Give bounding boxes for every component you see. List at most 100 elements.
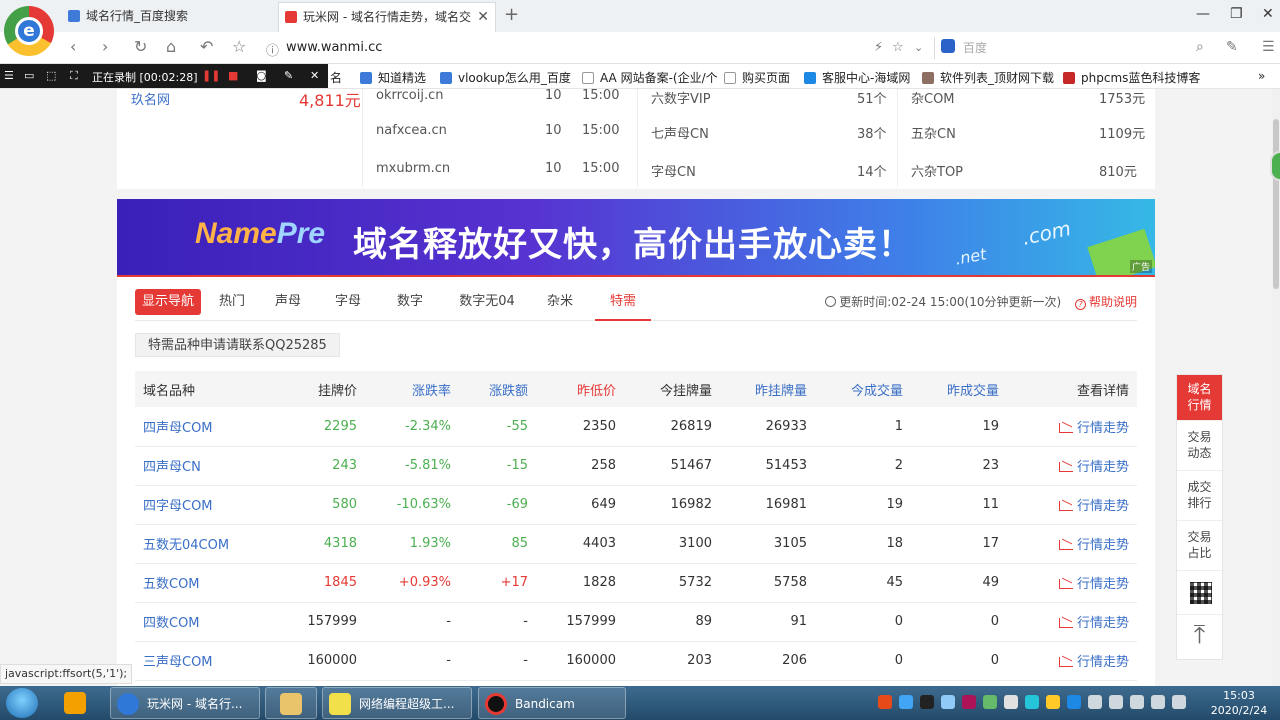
sidebar-item-trades[interactable]: 交易 动态 [1177,421,1222,471]
back-icon[interactable]: ‹ [70,37,76,56]
tray-icon[interactable] [899,695,913,709]
bluetooth-icon[interactable] [1088,695,1102,709]
category-label[interactable]: 五杂CN [911,123,956,142]
filter-letters[interactable]: 字母 [333,289,363,315]
lightning-icon[interactable]: ⚡ [874,40,883,55]
domain-link[interactable]: nafxcea.cn [376,123,447,138]
bookmark-item[interactable]: 购买页面 [724,69,790,86]
trend-link[interactable]: 行情走势 [1007,485,1137,525]
tab-baidu[interactable]: 域名行情_百度搜索 [62,2,276,32]
taskbar-app-icon[interactable] [58,687,98,719]
category-label[interactable]: 字母CN [651,161,696,180]
more-bookmarks-icon[interactable]: » [1258,69,1265,83]
window-close-icon[interactable]: ✕ [1262,6,1274,22]
taskbar-bandicam[interactable]: Bandicam [478,687,626,719]
bookmark-item[interactable]: AA 网站备案-(企业/个 [582,69,718,86]
menu-icon[interactable]: ☰ [1262,39,1275,55]
tray-icon[interactable] [920,695,934,709]
filter-hot[interactable]: 热门 [217,289,247,315]
search-icon[interactable]: ⌕ [1196,39,1204,55]
filter-special[interactable]: 特需 [595,289,651,321]
minimize-icon[interactable]: — [1196,6,1210,22]
region-icon[interactable]: ⬚ [46,69,56,82]
col-today-listed[interactable]: 今挂牌量 [624,371,720,407]
bookmark-item[interactable]: 名 [330,69,342,86]
bookmark-item[interactable]: vlookup怎么用_百度 [440,69,571,86]
top-left-label[interactable]: 玖名网 [131,89,170,108]
window-icon[interactable]: ▭ [24,69,34,82]
undo-icon[interactable]: ↶ [200,37,213,56]
sidebar-item-market[interactable]: 域名 行情 [1177,375,1222,421]
filter-initials[interactable]: 声母 [273,289,303,315]
pause-icon[interactable]: ❚❚ [202,69,220,82]
show-nav-button[interactable]: 显示导航 [135,289,202,315]
trend-link[interactable]: 行情走势 [1007,563,1137,603]
power-icon[interactable] [1172,695,1186,709]
taskbar-notes[interactable]: 网络编程超级工... [322,687,472,719]
tray-icon[interactable] [983,695,997,709]
domain-type-link[interactable]: 四数COM [135,602,265,642]
forward-icon[interactable]: › [102,37,108,56]
tray-icon[interactable] [1004,695,1018,709]
domain-type-link[interactable]: 三声母COM [135,641,265,681]
col-yday-deals[interactable]: 昨成交量 [911,371,1007,407]
help-link[interactable]: ? 帮助说明 [1074,295,1137,310]
extension-icon[interactable]: ✎ [1226,39,1238,55]
side-widget-icon[interactable] [1270,151,1280,181]
trend-link[interactable]: 行情走势 [1007,446,1137,486]
url-field[interactable]: www.wanmi.cc [286,40,382,55]
back-to-top-icon[interactable]: ⤒ [1177,615,1222,659]
trend-link[interactable]: 行情走势 [1007,524,1137,564]
network-icon[interactable] [1130,695,1144,709]
tray-icon[interactable] [941,695,955,709]
filter-digits-no04[interactable]: 数字无04 [457,289,517,315]
sidebar-item-share[interactable]: 交易 占比 [1177,521,1222,571]
col-yday-listed[interactable]: 昨挂牌量 [720,371,815,407]
bookmark-item[interactable]: phpcms蓝色科技博客 [1063,69,1200,86]
favorite-star-icon[interactable]: ☆ [892,40,904,55]
search-input[interactable]: 百度 [963,39,987,56]
domain-link[interactable]: mxubrm.cn [376,161,450,176]
domain-type-link[interactable]: 四声母CN [135,446,265,486]
tray-icon[interactable] [1046,695,1060,709]
chevron-down-icon[interactable]: ⌄ [914,41,923,54]
fullscreen-icon[interactable]: ⛶ [70,69,78,83]
search-box[interactable]: 百度 [934,37,1216,59]
new-tab-icon[interactable]: + [504,4,519,25]
bookmark-item[interactable]: 客服中心-海域网 [804,69,910,86]
start-button[interactable] [6,688,38,718]
refresh-icon[interactable]: ↻ [134,37,147,56]
category-label[interactable]: 杂COM [911,89,955,107]
col-price[interactable]: 挂牌价 [265,371,365,407]
domain-type-link[interactable]: 四声母COM [135,407,265,447]
sidebar-item-ranking[interactable]: 成交 排行 [1177,471,1222,521]
tray-icon[interactable] [878,695,892,709]
pencil-icon[interactable]: ✎ [284,69,293,82]
col-amount[interactable]: 涨跌额 [459,371,536,407]
star-icon[interactable]: ☆ [232,37,246,56]
domain-link[interactable]: okrrcoij.cn [376,89,444,103]
bookmark-item[interactable]: 软件列表_顶财网下载 [922,69,1054,86]
trend-link[interactable]: 行情走势 [1007,641,1137,681]
home-icon[interactable]: ⌂ [166,37,176,56]
restore-icon[interactable]: ❐ [1230,6,1243,22]
trend-link[interactable]: 行情走势 [1007,602,1137,642]
scrollbar-thumb[interactable] [1273,119,1279,289]
tray-icon[interactable] [962,695,976,709]
taskbar-browser[interactable]: 玩米网 - 域名行... [110,687,260,719]
close-icon[interactable]: ✕ [310,69,319,82]
category-label[interactable]: 六数字VIP [651,89,711,107]
camera-icon[interactable]: ◙ [256,69,267,82]
bookmark-item[interactable]: 知道精选 [360,69,426,86]
category-label[interactable]: 六杂TOP [911,161,963,180]
tray-icon[interactable] [1025,695,1039,709]
stop-icon[interactable]: ■ [228,69,238,82]
action-center-icon[interactable] [1151,695,1165,709]
taskbar-explorer[interactable] [265,687,317,719]
tray-icon[interactable] [1067,695,1081,709]
volume-icon[interactable] [1109,695,1123,709]
close-icon[interactable]: ✕ [477,3,489,31]
tab-wanmi[interactable]: 玩米网 - 域名行情走势，域名交 ✕ [278,2,496,32]
browser-logo-icon[interactable]: e [4,6,54,56]
trend-link[interactable]: 行情走势 [1007,407,1137,447]
